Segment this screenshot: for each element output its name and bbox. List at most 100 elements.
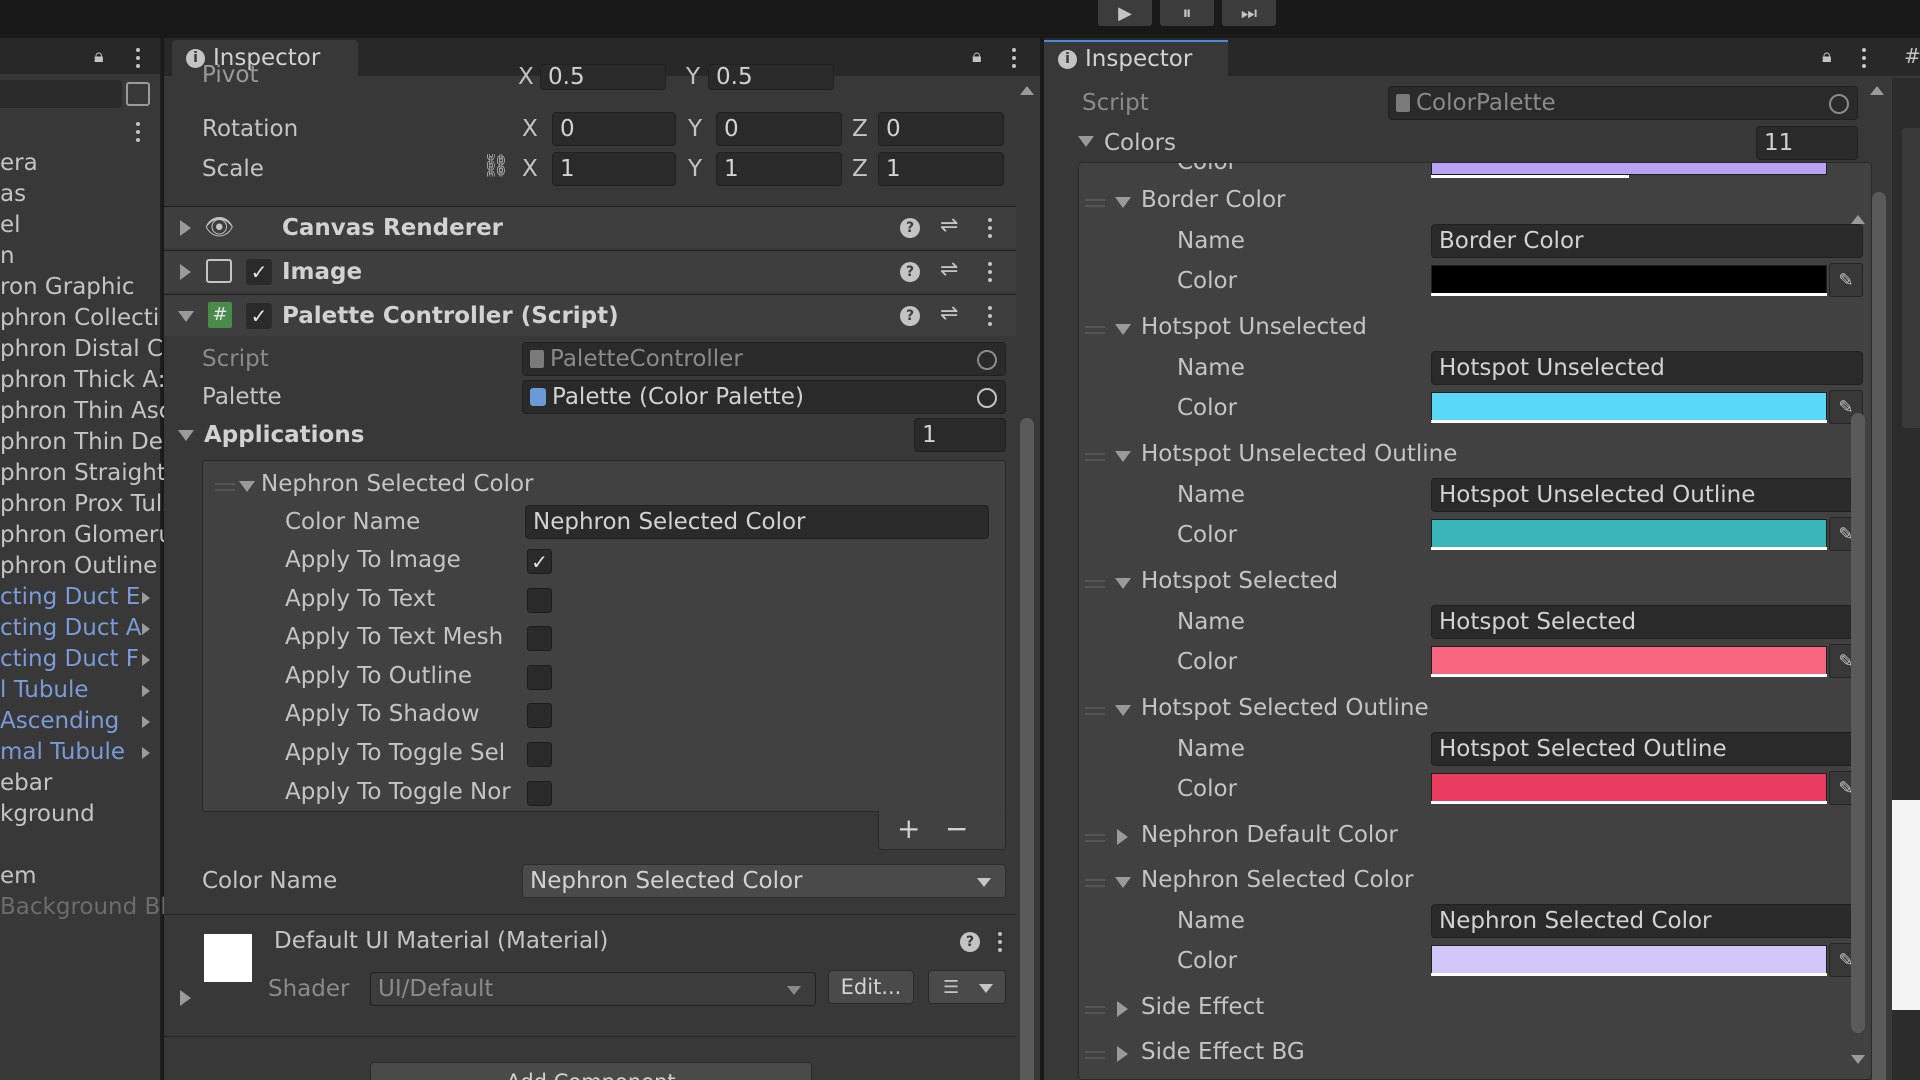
scroll-down-arrow-icon[interactable] [1851, 1055, 1865, 1064]
hierarchy-item[interactable]: n [0, 243, 15, 269]
add-element-button[interactable]: + [897, 812, 920, 845]
collapse-arrow-icon[interactable] [1115, 324, 1131, 335]
inner-scrollbar-thumb[interactable] [1851, 413, 1865, 1033]
hierarchy-item[interactable]: era [0, 150, 38, 176]
pivot-y-field[interactable]: 0.5 [708, 64, 834, 90]
lock-icon[interactable]: 🔒︎ [972, 46, 982, 67]
add-component-button[interactable]: Add Component [370, 1062, 812, 1080]
expand-arrow-icon[interactable] [1117, 829, 1128, 845]
toggle-checkbox[interactable] [527, 780, 552, 806]
rotation-y-field[interactable]: 0 [716, 112, 842, 146]
right-scrollbar-thumb[interactable] [1872, 192, 1886, 1080]
color-swatch[interactable] [1431, 392, 1827, 422]
presets-icon[interactable]: ⇌ [940, 257, 958, 282]
presets-icon[interactable]: ⇌ [940, 213, 958, 238]
toggle-checkbox[interactable] [527, 626, 552, 652]
color-swatch[interactable] [1431, 646, 1827, 676]
chevron-right-icon[interactable] [142, 623, 150, 635]
color-swatch[interactable] [1431, 945, 1827, 975]
shader-options-button[interactable]: ☰ [928, 970, 1006, 1004]
help-icon[interactable]: ? [960, 932, 980, 952]
collapse-arrow-icon[interactable] [178, 311, 194, 322]
rotation-z-field[interactable]: 0 [878, 112, 1004, 146]
hierarchy-item[interactable]: phron Thick A: [0, 367, 165, 393]
help-icon[interactable]: ? [900, 218, 920, 238]
chevron-right-icon[interactable] [142, 716, 150, 728]
color-swatch[interactable] [1431, 265, 1827, 295]
expand-arrow-icon[interactable] [180, 220, 191, 236]
hierarchy-item[interactable]: as [0, 181, 26, 207]
color-name-dropdown[interactable]: Nephron Selected Color [522, 864, 1006, 898]
collapse-arrow-icon[interactable] [1115, 877, 1131, 888]
name-field[interactable]: Nephron Selected Color [1431, 904, 1863, 938]
drag-handle-icon[interactable] [1085, 580, 1105, 588]
hierarchy-item[interactable]: phron Thin De [0, 429, 163, 455]
tab-inspector-right[interactable]: i Inspector [1044, 40, 1228, 76]
drag-handle-icon[interactable] [215, 483, 235, 491]
hierarchy-item[interactable]: l Tubule [0, 677, 89, 703]
component-menu-icon[interactable] [988, 262, 992, 282]
palette-field[interactable]: Palette (Color Palette) [522, 380, 1006, 414]
hierarchy-search-input[interactable] [0, 80, 122, 108]
eyedropper-icon[interactable]: ✎ [1829, 263, 1863, 297]
chevron-right-icon[interactable] [142, 685, 150, 697]
help-icon[interactable]: ? [900, 262, 920, 282]
color-entry-title[interactable]: Hotspot Selected [1141, 568, 1338, 594]
target-icon[interactable] [977, 388, 997, 408]
toggle-checkbox[interactable] [527, 664, 552, 690]
drag-handle-icon[interactable] [1085, 1006, 1105, 1014]
lock-icon[interactable]: 🔒︎ [94, 46, 104, 67]
hierarchy-item[interactable]: Ascending [0, 708, 119, 734]
expand-arrow-icon[interactable] [1117, 1046, 1128, 1062]
hierarchy-item[interactable]: el [0, 212, 21, 238]
name-field[interactable]: Hotspot Unselected Outline [1431, 478, 1863, 512]
element-title[interactable]: Nephron Selected Color [261, 471, 534, 497]
scale-x-field[interactable]: 1 [552, 152, 676, 186]
collapse-arrow-icon[interactable] [1115, 451, 1131, 462]
drag-handle-icon[interactable] [1085, 707, 1105, 715]
name-field[interactable]: Hotspot Selected Outline [1431, 732, 1863, 766]
hierarchy-item[interactable]: mal Tubule [0, 739, 125, 765]
help-icon[interactable]: ? [900, 306, 920, 326]
hierarchy-item[interactable]: cting Duct E [0, 584, 140, 610]
scroll-up-arrow-icon[interactable] [1870, 86, 1884, 95]
inspector-menu-icon[interactable] [1012, 48, 1016, 68]
search-expand-icon[interactable] [126, 82, 150, 106]
material-foldout-icon[interactable] [180, 990, 191, 1006]
lock-icon[interactable]: 🔒︎ [1822, 46, 1832, 67]
enabled-checkbox[interactable]: ✓ [246, 303, 272, 329]
palette-controller-header[interactable]: # ✓ Palette Controller (Script) ? ⇌ [164, 294, 1016, 336]
hierarchy-item[interactable]: em [0, 863, 37, 889]
rotation-x-field[interactable]: 0 [552, 112, 676, 146]
presets-icon[interactable]: ⇌ [940, 301, 958, 326]
color-entry-title[interactable]: Nephron Default Color [1141, 822, 1398, 848]
toggle-checkbox[interactable] [527, 742, 552, 767]
drag-handle-icon[interactable] [1085, 834, 1105, 842]
material-menu-icon[interactable] [998, 932, 1002, 952]
chevron-right-icon[interactable] [142, 654, 150, 666]
drag-handle-icon[interactable] [1085, 453, 1105, 461]
element-foldout-icon[interactable] [239, 481, 255, 492]
inspector-menu-icon[interactable] [1862, 48, 1866, 68]
color-entry-title[interactable]: Hotspot Selected Outline [1141, 695, 1429, 721]
colors-label[interactable]: Colors [1104, 130, 1176, 156]
toggle-checkbox[interactable]: ✓ [527, 549, 552, 574]
toggle-checkbox[interactable] [527, 703, 552, 729]
drag-handle-icon[interactable] [1085, 879, 1105, 887]
link-icon[interactable]: ⛓ [482, 154, 510, 179]
color-entry-title[interactable]: Nephron Selected Color [1141, 867, 1414, 893]
hierarchy-item[interactable]: phron Straight [0, 460, 166, 486]
hierarchy-item[interactable]: phron Thin Asc [0, 398, 171, 424]
canvas-renderer-header[interactable]: 👁︎ Canvas Renderer ? ⇌ [164, 206, 1016, 248]
left-scrollbar-thumb[interactable] [1020, 418, 1034, 1080]
color-entry-title[interactable]: Hotspot Unselected [1141, 314, 1367, 340]
color-swatch[interactable] [1431, 519, 1827, 549]
applications-count-field[interactable]: 1 [914, 418, 1006, 452]
hierarchy-item[interactable]: cting Duct F [0, 646, 139, 672]
scale-y-field[interactable]: 1 [716, 152, 842, 186]
collapse-arrow-icon[interactable] [1115, 705, 1131, 716]
collapse-arrow-icon[interactable] [1115, 578, 1131, 589]
scroll-up-arrow-icon[interactable] [1851, 215, 1865, 224]
grid-icon[interactable]: # [1904, 44, 1920, 68]
name-field[interactable]: Border Color [1431, 224, 1863, 258]
